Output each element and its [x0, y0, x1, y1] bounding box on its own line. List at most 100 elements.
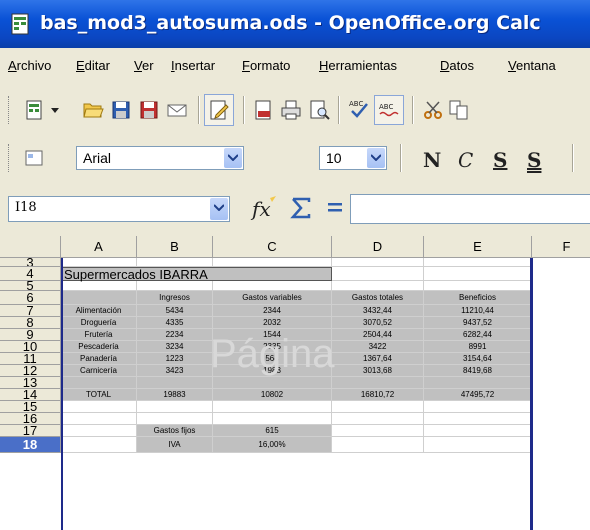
menu-ver[interactable]: Ver	[134, 58, 154, 73]
row-header-16[interactable]: 16	[0, 413, 61, 425]
value-cell[interactable]: 3234	[137, 341, 213, 353]
value-cell[interactable]: 564	[213, 353, 332, 365]
styles-formatting-icon[interactable]	[24, 147, 46, 169]
value-cell[interactable]: 3070,52	[332, 317, 424, 329]
cut-icon[interactable]	[422, 99, 444, 121]
row-header-7[interactable]: 7	[0, 305, 61, 317]
category-cell[interactable]: Pescadería	[61, 341, 137, 353]
value-cell[interactable]: 8419,68	[424, 365, 532, 377]
new-dropdown-arrow-icon[interactable]	[51, 108, 59, 113]
grid-cell[interactable]	[61, 291, 137, 305]
category-cell[interactable]: Frutería	[61, 329, 137, 341]
grid-cell[interactable]	[424, 281, 532, 291]
formula-input[interactable]	[350, 194, 590, 224]
value-cell[interactable]: 3422	[332, 341, 424, 353]
grid-cell[interactable]	[424, 437, 532, 453]
grid-cell[interactable]	[424, 267, 532, 281]
value-cell[interactable]: 2504,44	[332, 329, 424, 341]
column-header-a[interactable]: A	[61, 236, 137, 258]
row-header-17[interactable]: 17	[0, 425, 61, 437]
grid-cell[interactable]	[424, 377, 532, 389]
row-header-8[interactable]: 8	[0, 317, 61, 329]
row-header-13[interactable]: 13	[0, 377, 61, 389]
value-cell[interactable]: 3013,68	[332, 365, 424, 377]
column-header-d[interactable]: D	[332, 236, 424, 258]
grid-cell[interactable]	[61, 258, 137, 267]
grid-cell[interactable]	[61, 281, 137, 291]
email-icon[interactable]	[166, 99, 188, 121]
grid-cell[interactable]	[332, 425, 424, 437]
menu-editar[interactable]: Editar	[76, 58, 110, 73]
total-value-cell[interactable]: 19883	[137, 389, 213, 401]
row-header-12[interactable]: 12	[0, 365, 61, 377]
category-cell[interactable]: Carnicería	[61, 365, 137, 377]
autospellcheck-button[interactable]: ABC	[374, 95, 404, 125]
category-cell[interactable]: Alimentación	[61, 305, 137, 317]
grid-cell[interactable]	[332, 281, 424, 291]
grid-cell[interactable]	[137, 413, 213, 425]
grid-cell[interactable]	[61, 413, 137, 425]
menu-datos[interactable]: Datos	[440, 58, 474, 73]
grid-cell[interactable]	[61, 437, 137, 453]
grid-cell[interactable]	[61, 401, 137, 413]
grid-cell[interactable]	[137, 281, 213, 291]
value-cell[interactable]: 11210,44	[424, 305, 532, 317]
value-cell[interactable]: 1223	[137, 353, 213, 365]
grid-cell[interactable]	[213, 377, 332, 389]
value-cell[interactable]: 3432,44	[332, 305, 424, 317]
value-cell[interactable]: 8991	[424, 341, 532, 353]
column-header-f[interactable]: F	[532, 236, 590, 258]
font-size-dropdown[interactable]	[367, 148, 385, 168]
total-label-cell[interactable]: TOTAL	[61, 389, 137, 401]
row-header-18[interactable]: 18	[0, 437, 61, 453]
grid-cell[interactable]	[424, 425, 532, 437]
value-cell[interactable]: 2234	[137, 329, 213, 341]
row-header-9[interactable]: 9	[0, 329, 61, 341]
category-cell[interactable]: Panadería	[61, 353, 137, 365]
grid-cell[interactable]	[332, 267, 424, 281]
column-header-e[interactable]: E	[424, 236, 532, 258]
grid-cell[interactable]	[213, 401, 332, 413]
row-header-3[interactable]: 3	[0, 258, 61, 267]
select-all-corner[interactable]	[0, 236, 61, 258]
grid-cell[interactable]	[213, 413, 332, 425]
grid-cell[interactable]	[332, 401, 424, 413]
font-name-combo[interactable]: Arial	[76, 146, 244, 170]
sum-icon[interactable]	[289, 196, 313, 220]
bold-button[interactable]: N	[423, 148, 441, 172]
name-box-dropdown[interactable]	[210, 198, 228, 220]
grid-cell[interactable]	[213, 281, 332, 291]
italic-button[interactable]: C	[458, 148, 473, 172]
grid-cell[interactable]	[332, 437, 424, 453]
menu-formato[interactable]: Formato	[242, 58, 290, 73]
row-header-5[interactable]: 5	[0, 281, 61, 291]
gastos-fijos-label[interactable]: Gastos fijos	[137, 425, 213, 437]
grid-cell[interactable]	[61, 425, 137, 437]
row-header-15[interactable]: 15	[0, 401, 61, 413]
print-icon[interactable]	[280, 99, 302, 121]
iva-value[interactable]: 16,00%	[213, 437, 332, 453]
value-cell[interactable]: 6282,44	[424, 329, 532, 341]
header-cell[interactable]: Ingresos	[137, 291, 213, 305]
name-box[interactable]: I18	[8, 196, 230, 222]
total-value-cell[interactable]: 47495,72	[424, 389, 532, 401]
iva-label[interactable]: IVA	[137, 437, 213, 453]
row-header-4[interactable]: 4	[0, 267, 61, 281]
new-document-icon[interactable]	[24, 99, 46, 121]
underline-button[interactable]: S	[493, 148, 507, 172]
copy-icon[interactable]	[448, 99, 470, 121]
value-cell[interactable]: 3154,64	[424, 353, 532, 365]
menu-herramientas[interactable]: Herramientas	[319, 58, 397, 73]
grid-cell[interactable]	[61, 377, 137, 389]
value-cell[interactable]: 3423	[137, 365, 213, 377]
header-cell[interactable]: Beneficios	[424, 291, 532, 305]
edit-mode-button[interactable]	[204, 94, 234, 126]
value-cell[interactable]: 2344	[213, 305, 332, 317]
toolbar-grip[interactable]	[8, 96, 13, 124]
column-header-b[interactable]: B	[137, 236, 213, 258]
save-as-icon[interactable]	[138, 99, 160, 121]
header-cell[interactable]: Gastos totales	[332, 291, 424, 305]
gastos-fijos-value[interactable]: 615	[213, 425, 332, 437]
grid-cell[interactable]	[332, 413, 424, 425]
value-cell[interactable]: 4335	[137, 317, 213, 329]
